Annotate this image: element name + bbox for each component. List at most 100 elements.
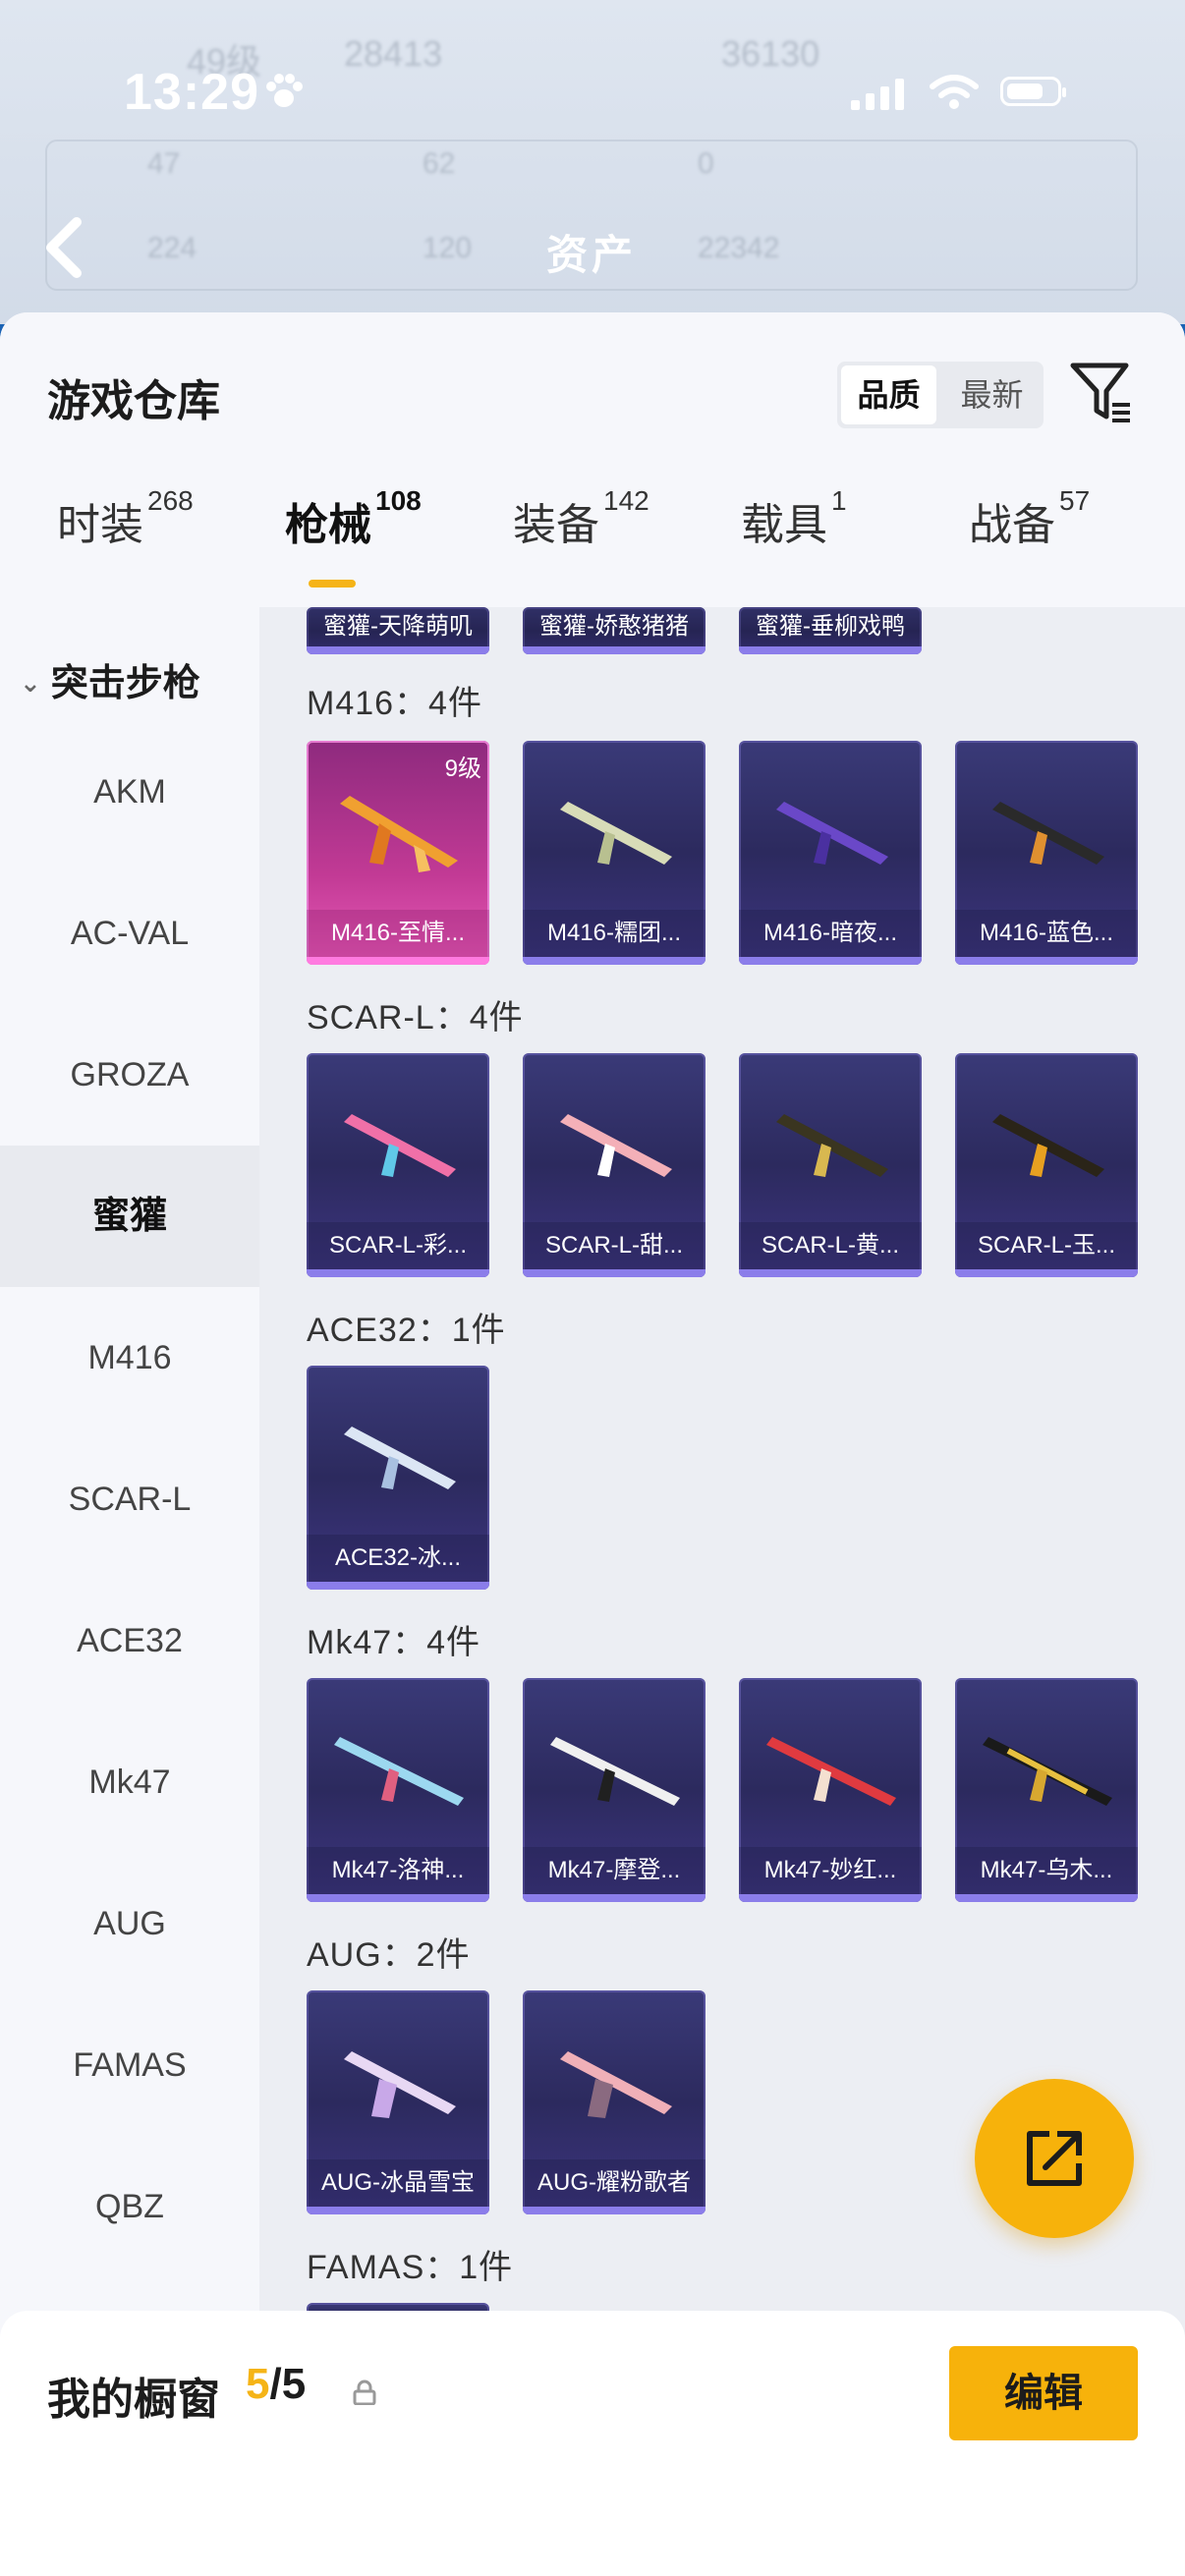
weapon-card[interactable]: 蜜獾-天降萌叽 <box>307 607 489 654</box>
weapon-card[interactable]: M416-暗夜... <box>739 741 922 965</box>
sheet-title: 游戏仓库 <box>47 377 220 425</box>
sidebar-item-famas[interactable]: FAMAS <box>0 1994 259 2136</box>
sidebar-item-scar-l[interactable]: SCAR-L <box>0 1428 259 1570</box>
rifle-icon <box>983 1737 1112 1806</box>
sidebar-item-qbz[interactable]: QBZ <box>0 2136 259 2277</box>
weapon-name: AUG-耀粉歌者 <box>523 2159 705 2207</box>
sidebar-item-m416[interactable]: M416 <box>0 1287 259 1428</box>
ghost-stat: 47 <box>147 147 181 180</box>
weapon-card[interactable]: 蜜獾-垂柳戏鸭 <box>739 607 922 654</box>
sidebar-item-ac-val[interactable]: AC-VAL <box>0 863 259 1004</box>
weapon-card[interactable]: 蜜獾-娇憨猪猪 <box>523 607 705 654</box>
card-bar <box>523 1894 705 1902</box>
sidebar-item-ace32[interactable]: ACE32 <box>0 1570 259 1711</box>
wifi-icon <box>930 75 979 109</box>
weapon-card[interactable]: Mk47-洛神... <box>307 1678 489 1902</box>
rifle-icon <box>560 802 672 865</box>
showcase-count-current: 5 <box>246 2360 270 2408</box>
tab-vehicles[interactable]: 载具1 <box>741 485 847 552</box>
back-arrow-icon[interactable] <box>41 216 88 279</box>
weapon-name: M416-至情... <box>307 910 489 957</box>
weapon-name: Mk47-洛神... <box>307 1847 489 1894</box>
ghost-number-text: 28413 <box>344 33 443 74</box>
rifle-icon <box>334 1737 464 1806</box>
weapon-name: Mk47-妙红... <box>739 1847 922 1894</box>
weapon-card[interactable]: SCAR-L-黄... <box>739 1053 922 1277</box>
battery-icon <box>1000 77 1066 106</box>
card-bar <box>739 1269 922 1277</box>
weapon-name: Mk47-摩登... <box>523 1847 705 1894</box>
signal-icon <box>851 79 904 110</box>
card-bar <box>955 1894 1138 1902</box>
sheet-header: 游戏仓库 品质 最新 时装268 枪械108 装备142 载具1 战备57 <box>0 312 1185 607</box>
tab-count: 142 <box>603 485 649 517</box>
weapon-card[interactable]: Mk47-妙红... <box>739 1678 922 1902</box>
card-bar <box>739 1894 922 1902</box>
share-button[interactable] <box>975 2079 1134 2238</box>
rifle-icon <box>340 796 458 872</box>
weapon-card[interactable]: 9级 M416-至情... <box>307 741 489 965</box>
group-title-aug: AUG：2件 <box>307 1936 471 1974</box>
sidebar-item-akm[interactable]: AKM <box>0 721 259 863</box>
status-time: 13:29 <box>124 64 259 121</box>
weapon-name: SCAR-L-玉... <box>955 1222 1138 1269</box>
sidebar-item-honey-badger[interactable]: 蜜獾 <box>0 1146 259 1287</box>
category-header[interactable]: ⌄ 突击步枪 <box>20 652 200 706</box>
tab-guns[interactable]: 枪械108 <box>285 485 422 552</box>
group-title-famas: FAMAS：1件 <box>307 2249 514 2286</box>
sidebar-item-aug[interactable]: AUG <box>0 1853 259 1994</box>
card-bar <box>739 957 922 965</box>
sort-quality-button[interactable]: 品质 <box>841 365 936 424</box>
weapon-card[interactable]: Mk47-乌木... <box>955 1678 1138 1902</box>
group-title-m416: M416：4件 <box>307 685 482 722</box>
tab-label: 时装 <box>57 501 143 549</box>
weapon-name: 蜜獾-垂柳戏鸭 <box>739 607 922 646</box>
weapon-card[interactable]: Mk47-摩登... <box>523 1678 705 1902</box>
tab-count: 268 <box>147 485 194 517</box>
tab-supplies[interactable]: 战备57 <box>969 485 1090 552</box>
share-icon <box>1027 2131 1082 2186</box>
rifle-icon <box>344 1114 456 1177</box>
weapon-card[interactable]: SCAR-L-彩... <box>307 1053 489 1277</box>
weapon-card[interactable]: ACE32-冰... <box>307 1366 489 1590</box>
group-title-mk47: Mk47：4件 <box>307 1624 481 1661</box>
weapon-card[interactable]: AUG-冰晶雪宝 <box>307 1990 489 2214</box>
rifle-icon <box>992 1114 1104 1177</box>
weapon-card[interactable]: M416-糯团... <box>523 741 705 965</box>
card-bar <box>307 1582 489 1590</box>
weapon-card[interactable]: M416-蓝色... <box>955 741 1138 965</box>
filter-icon[interactable] <box>1069 360 1134 424</box>
card-bar <box>955 957 1138 965</box>
weapon-card[interactable]: SCAR-L-甜... <box>523 1053 705 1277</box>
weapon-card[interactable]: AUG-耀粉歌者 <box>523 1990 705 2214</box>
card-bar <box>523 2207 705 2214</box>
tab-label: 装备 <box>513 501 599 549</box>
tab-gear[interactable]: 装备142 <box>513 485 649 552</box>
rifle-icon <box>560 1114 672 1177</box>
tab-count: 1 <box>831 485 847 517</box>
category-label: 突击步枪 <box>50 663 200 704</box>
tab-fashion[interactable]: 时装268 <box>57 485 194 552</box>
card-bar <box>307 1269 489 1277</box>
ghost-stat: 0 <box>698 147 714 180</box>
rifle-icon <box>992 802 1104 865</box>
rifle-icon <box>550 1737 680 1806</box>
group-title-scar-l: SCAR-L：4件 <box>307 999 524 1036</box>
weapon-card[interactable]: SCAR-L-玉... <box>955 1053 1138 1277</box>
ghost-number-text-2: 36130 <box>721 33 820 74</box>
weapon-name: 蜜獾-娇憨猪猪 <box>523 607 705 646</box>
weapon-name: Mk47-乌木... <box>955 1847 1138 1894</box>
weapon-name: SCAR-L-彩... <box>307 1222 489 1269</box>
edit-button[interactable]: 编辑 <box>949 2346 1138 2440</box>
warehouse-sheet: 游戏仓库 品质 最新 时装268 枪械108 装备142 载具1 战备57 ⌄ 突… <box>0 312 1185 2576</box>
tab-label: 载具 <box>741 501 827 549</box>
ghost-stat: 22342 <box>698 232 780 264</box>
sidebar-item-groza[interactable]: GROZA <box>0 1004 259 1146</box>
sidebar-item-mk47[interactable]: Mk47 <box>0 1711 259 1853</box>
showcase-label: 我的橱窗 <box>47 2376 220 2424</box>
sort-newest-button[interactable]: 最新 <box>944 365 1040 424</box>
ghost-stat: 120 <box>423 232 473 264</box>
tab-label: 战备 <box>969 501 1055 549</box>
tab-count: 57 <box>1059 485 1091 517</box>
weapon-name: M416-糯团... <box>523 910 705 957</box>
